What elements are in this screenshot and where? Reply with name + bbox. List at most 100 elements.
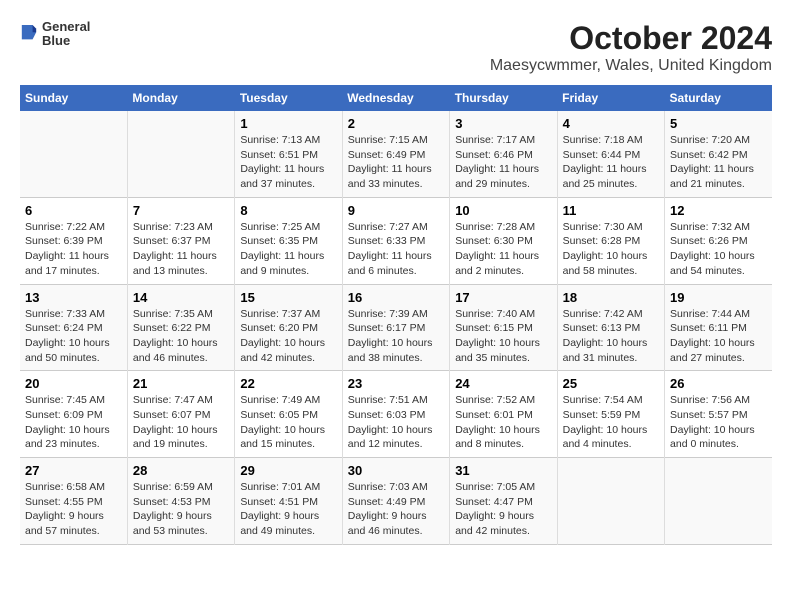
day-header-friday: Friday xyxy=(557,85,664,111)
calendar-cell: 15 Sunrise: 7:37 AM Sunset: 6:20 PM Dayli… xyxy=(235,284,342,371)
day-info: Sunrise: 7:27 AM Sunset: 6:33 PM Dayligh… xyxy=(348,220,444,279)
calendar-cell xyxy=(20,111,127,197)
page-subtitle: Maesycwmmer, Wales, United Kingdom xyxy=(490,57,772,75)
day-info: Sunrise: 7:51 AM Sunset: 6:03 PM Dayligh… xyxy=(348,393,444,452)
day-info: Sunrise: 7:42 AM Sunset: 6:13 PM Dayligh… xyxy=(563,307,659,366)
calendar-cell: 30 Sunrise: 7:03 AM Sunset: 4:49 PM Dayli… xyxy=(342,458,449,545)
calendar-table: SundayMondayTuesdayWednesdayThursdayFrid… xyxy=(20,85,772,545)
day-info: Sunrise: 7:18 AM Sunset: 6:44 PM Dayligh… xyxy=(563,133,659,192)
day-header-wednesday: Wednesday xyxy=(342,85,449,111)
day-info: Sunrise: 7:23 AM Sunset: 6:37 PM Dayligh… xyxy=(133,220,229,279)
day-info: Sunrise: 7:32 AM Sunset: 6:26 PM Dayligh… xyxy=(670,220,767,279)
day-number: 23 xyxy=(348,376,444,391)
calendar-cell: 22 Sunrise: 7:49 AM Sunset: 6:05 PM Dayli… xyxy=(235,371,342,458)
day-info: Sunrise: 7:05 AM Sunset: 4:47 PM Dayligh… xyxy=(455,480,551,539)
day-number: 16 xyxy=(348,290,444,305)
calendar-cell: 16 Sunrise: 7:39 AM Sunset: 6:17 PM Dayli… xyxy=(342,284,449,371)
day-number: 26 xyxy=(670,376,767,391)
day-number: 22 xyxy=(240,376,336,391)
day-number: 29 xyxy=(240,463,336,478)
day-info: Sunrise: 7:30 AM Sunset: 6:28 PM Dayligh… xyxy=(563,220,659,279)
calendar-cell: 13 Sunrise: 7:33 AM Sunset: 6:24 PM Dayli… xyxy=(20,284,127,371)
calendar-cell: 14 Sunrise: 7:35 AM Sunset: 6:22 PM Dayli… xyxy=(127,284,234,371)
calendar-cell: 7Sunrise: 7:23 AM Sunset: 6:37 PM Daylig… xyxy=(127,197,234,284)
day-number: 6 xyxy=(25,203,122,218)
day-number: 5 xyxy=(670,116,767,131)
calendar-cell: 19 Sunrise: 7:44 AM Sunset: 6:11 PM Dayli… xyxy=(665,284,772,371)
day-info: Sunrise: 7:56 AM Sunset: 5:57 PM Dayligh… xyxy=(670,393,767,452)
day-number: 20 xyxy=(25,376,122,391)
day-number: 28 xyxy=(133,463,229,478)
day-info: Sunrise: 7:01 AM Sunset: 4:51 PM Dayligh… xyxy=(240,480,336,539)
day-number: 30 xyxy=(348,463,444,478)
calendar-cell: 8Sunrise: 7:25 AM Sunset: 6:35 PM Daylig… xyxy=(235,197,342,284)
day-info: Sunrise: 7:37 AM Sunset: 6:20 PM Dayligh… xyxy=(240,307,336,366)
calendar-cell: 23 Sunrise: 7:51 AM Sunset: 6:03 PM Dayli… xyxy=(342,371,449,458)
calendar-cell: 10 Sunrise: 7:28 AM Sunset: 6:30 PM Dayli… xyxy=(450,197,557,284)
day-number: 1 xyxy=(240,116,336,131)
calendar-cell xyxy=(127,111,234,197)
calendar-week-1: 1Sunrise: 7:13 AM Sunset: 6:51 PM Daylig… xyxy=(20,111,772,197)
day-number: 17 xyxy=(455,290,551,305)
day-info: Sunrise: 7:20 AM Sunset: 6:42 PM Dayligh… xyxy=(670,133,767,192)
day-header-tuesday: Tuesday xyxy=(235,85,342,111)
calendar-cell: 25 Sunrise: 7:54 AM Sunset: 5:59 PM Dayli… xyxy=(557,371,664,458)
day-number: 13 xyxy=(25,290,122,305)
day-info: Sunrise: 7:47 AM Sunset: 6:07 PM Dayligh… xyxy=(133,393,229,452)
day-number: 15 xyxy=(240,290,336,305)
day-info: Sunrise: 6:59 AM Sunset: 4:53 PM Dayligh… xyxy=(133,480,229,539)
page-title: October 2024 xyxy=(490,20,772,57)
calendar-cell: 5 Sunrise: 7:20 AM Sunset: 6:42 PM Daylig… xyxy=(665,111,772,197)
days-header-row: SundayMondayTuesdayWednesdayThursdayFrid… xyxy=(20,85,772,111)
page-header: General Blue October 2024 Maesycwmmer, W… xyxy=(20,20,772,75)
day-info: Sunrise: 7:49 AM Sunset: 6:05 PM Dayligh… xyxy=(240,393,336,452)
day-info: Sunrise: 7:54 AM Sunset: 5:59 PM Dayligh… xyxy=(563,393,659,452)
day-info: Sunrise: 7:39 AM Sunset: 6:17 PM Dayligh… xyxy=(348,307,444,366)
calendar-week-5: 27 Sunrise: 6:58 AM Sunset: 4:55 PM Dayli… xyxy=(20,458,772,545)
calendar-cell: 27 Sunrise: 6:58 AM Sunset: 4:55 PM Dayli… xyxy=(20,458,127,545)
day-number: 19 xyxy=(670,290,767,305)
calendar-cell: 31 Sunrise: 7:05 AM Sunset: 4:47 PM Dayli… xyxy=(450,458,557,545)
day-number: 18 xyxy=(563,290,659,305)
calendar-cell: 21Sunrise: 7:47 AM Sunset: 6:07 PM Dayli… xyxy=(127,371,234,458)
calendar-cell: 17 Sunrise: 7:40 AM Sunset: 6:15 PM Dayli… xyxy=(450,284,557,371)
day-info: Sunrise: 7:17 AM Sunset: 6:46 PM Dayligh… xyxy=(455,133,551,192)
day-info: Sunrise: 7:40 AM Sunset: 6:15 PM Dayligh… xyxy=(455,307,551,366)
calendar-cell: 28 Sunrise: 6:59 AM Sunset: 4:53 PM Dayli… xyxy=(127,458,234,545)
day-info: Sunrise: 7:22 AM Sunset: 6:39 PM Dayligh… xyxy=(25,220,122,279)
day-header-monday: Monday xyxy=(127,85,234,111)
calendar-cell: 9Sunrise: 7:27 AM Sunset: 6:33 PM Daylig… xyxy=(342,197,449,284)
calendar-cell: 24Sunrise: 7:52 AM Sunset: 6:01 PM Dayli… xyxy=(450,371,557,458)
calendar-cell: 26 Sunrise: 7:56 AM Sunset: 5:57 PM Dayli… xyxy=(665,371,772,458)
logo-text: General Blue xyxy=(42,20,90,49)
day-info: Sunrise: 7:28 AM Sunset: 6:30 PM Dayligh… xyxy=(455,220,551,279)
calendar-cell: 11 Sunrise: 7:30 AM Sunset: 6:28 PM Dayli… xyxy=(557,197,664,284)
day-info: Sunrise: 7:33 AM Sunset: 6:24 PM Dayligh… xyxy=(25,307,122,366)
calendar-cell: 2Sunrise: 7:15 AM Sunset: 6:49 PM Daylig… xyxy=(342,111,449,197)
day-number: 11 xyxy=(563,203,659,218)
calendar-cell: 1Sunrise: 7:13 AM Sunset: 6:51 PM Daylig… xyxy=(235,111,342,197)
day-info: Sunrise: 7:15 AM Sunset: 6:49 PM Dayligh… xyxy=(348,133,444,192)
calendar-cell xyxy=(557,458,664,545)
day-number: 25 xyxy=(563,376,659,391)
day-number: 3 xyxy=(455,116,551,131)
calendar-cell: 4 Sunrise: 7:18 AM Sunset: 6:44 PM Daylig… xyxy=(557,111,664,197)
day-header-saturday: Saturday xyxy=(665,85,772,111)
day-number: 10 xyxy=(455,203,551,218)
day-number: 4 xyxy=(563,116,659,131)
day-number: 14 xyxy=(133,290,229,305)
day-info: Sunrise: 6:58 AM Sunset: 4:55 PM Dayligh… xyxy=(25,480,122,539)
title-block: October 2024 Maesycwmmer, Wales, United … xyxy=(490,20,772,75)
calendar-cell xyxy=(665,458,772,545)
day-header-thursday: Thursday xyxy=(450,85,557,111)
day-info: Sunrise: 7:52 AM Sunset: 6:01 PM Dayligh… xyxy=(455,393,551,452)
calendar-cell: 18 Sunrise: 7:42 AM Sunset: 6:13 PM Dayli… xyxy=(557,284,664,371)
day-number: 27 xyxy=(25,463,122,478)
day-info: Sunrise: 7:03 AM Sunset: 4:49 PM Dayligh… xyxy=(348,480,444,539)
day-number: 31 xyxy=(455,463,551,478)
day-info: Sunrise: 7:44 AM Sunset: 6:11 PM Dayligh… xyxy=(670,307,767,366)
day-number: 8 xyxy=(240,203,336,218)
day-info: Sunrise: 7:35 AM Sunset: 6:22 PM Dayligh… xyxy=(133,307,229,366)
calendar-cell: 6 Sunrise: 7:22 AM Sunset: 6:39 PM Daylig… xyxy=(20,197,127,284)
logo: General Blue xyxy=(20,20,90,49)
